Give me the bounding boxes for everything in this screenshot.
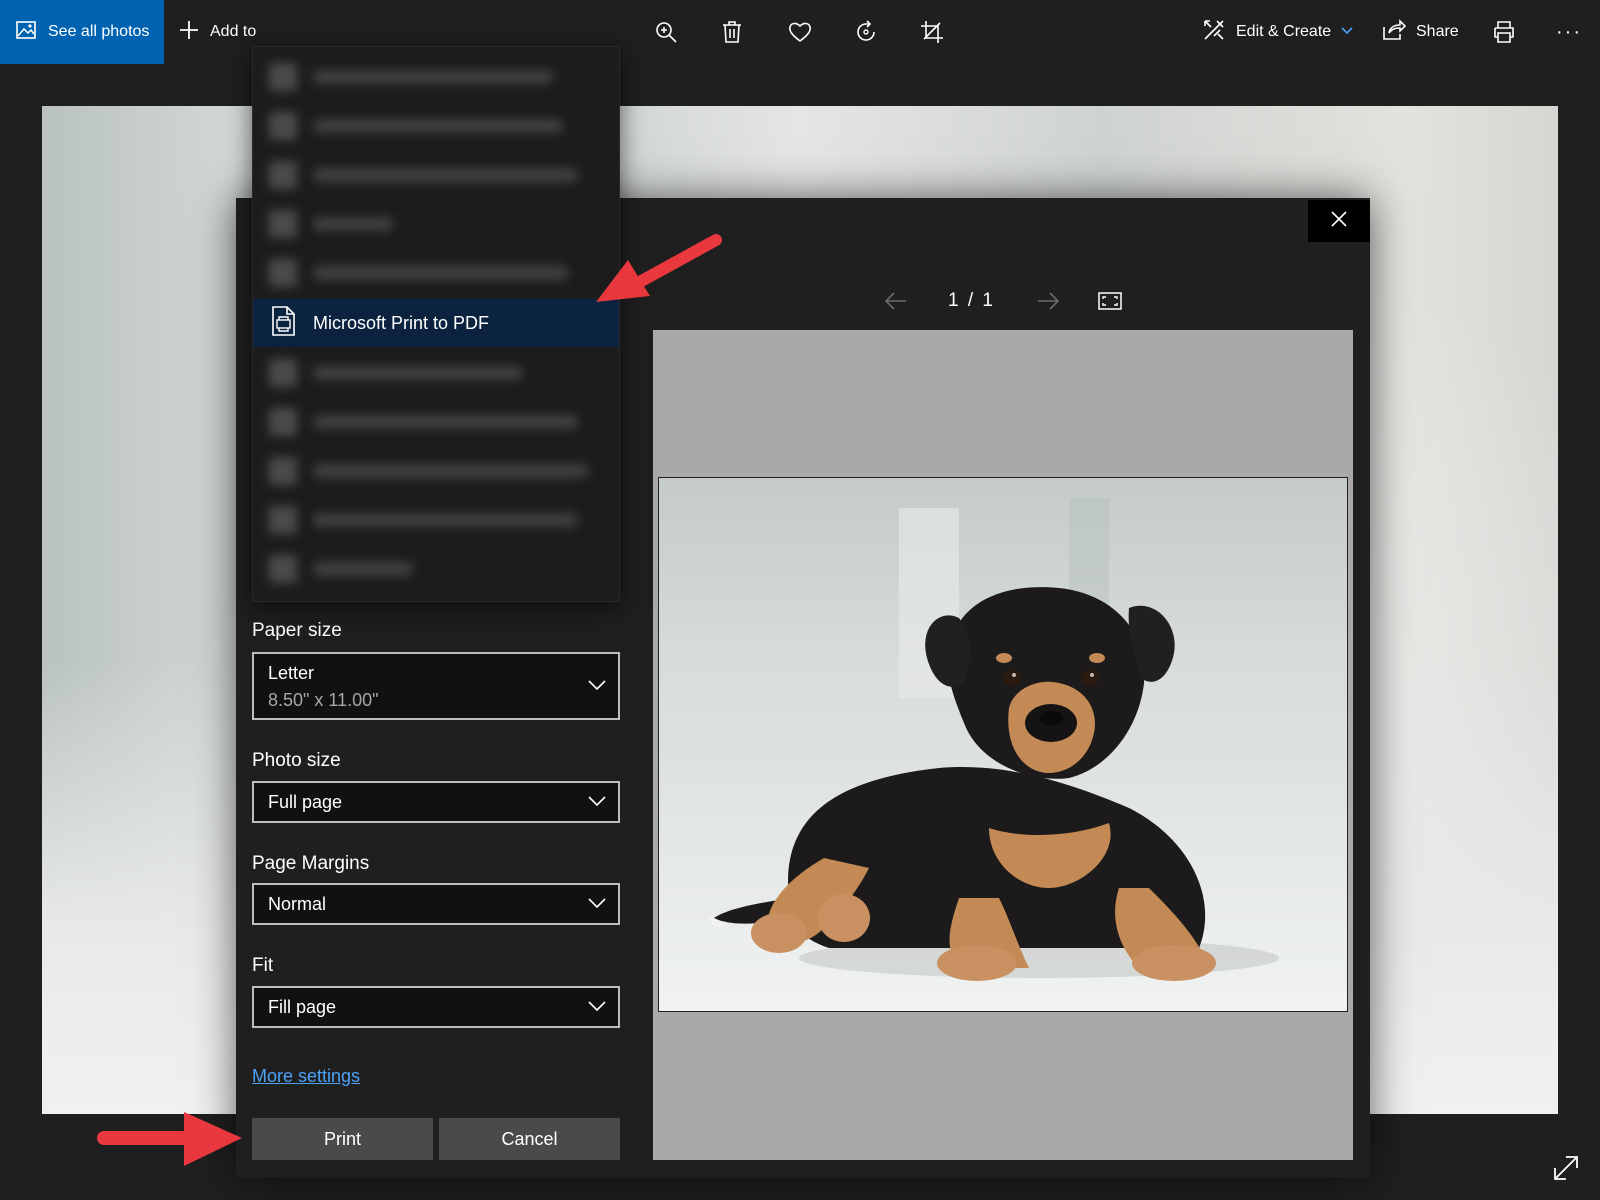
annotation-arrow-icon	[97, 1112, 242, 1166]
share-label: Share	[1416, 23, 1459, 40]
chevron-down-icon	[588, 895, 606, 913]
puppy-illustration	[659, 498, 1347, 1011]
paper-size-select[interactable]: Letter 8.50" x 11.00"	[252, 652, 620, 720]
paper-size-label: Paper size	[252, 620, 342, 641]
printer-option-blurred[interactable]	[253, 398, 619, 446]
more-options-button[interactable]: ···	[1556, 0, 1582, 64]
fit-value: Fill page	[268, 997, 337, 1017]
chevron-down-icon	[588, 998, 606, 1016]
pdf-printer-icon	[269, 305, 297, 341]
printer-option-blurred[interactable]	[253, 200, 619, 248]
chevron-down-icon	[588, 793, 606, 811]
printer-option-label: Microsoft Print to PDF	[313, 312, 490, 333]
crop-icon[interactable]	[916, 16, 948, 48]
print-icon[interactable]	[1488, 16, 1520, 48]
fit-label: Fit	[252, 955, 274, 976]
printer-option-blurred[interactable]	[253, 249, 619, 297]
page-navigator: 1 / 1	[870, 284, 1130, 320]
photos-icon	[16, 20, 36, 45]
photo-size-value: Full page	[268, 792, 343, 812]
fullscreen-preview-icon[interactable]	[1098, 292, 1122, 315]
printer-option-blurred[interactable]	[253, 102, 619, 150]
previous-page-arrow-icon[interactable]	[884, 290, 908, 317]
add-to-button[interactable]: Add to	[178, 0, 256, 64]
chevron-down-icon	[588, 677, 606, 695]
edit-create-icon	[1202, 18, 1226, 47]
page-margins-value: Normal	[268, 894, 327, 914]
close-icon	[1331, 210, 1347, 232]
chevron-down-icon	[1341, 23, 1353, 41]
next-page-arrow-icon[interactable]	[1036, 290, 1060, 317]
favorite-heart-icon[interactable]	[784, 16, 816, 48]
zoom-in-icon[interactable]	[650, 16, 682, 48]
add-to-label: Add to	[210, 23, 257, 40]
printer-option-blurred[interactable]	[253, 53, 619, 101]
printer-option-blurred[interactable]	[253, 151, 619, 199]
photo-size-select[interactable]: Full page	[252, 781, 620, 823]
share-icon	[1382, 18, 1407, 46]
see-all-photos-label: See all photos	[48, 23, 150, 40]
cancel-button[interactable]: Cancel	[439, 1118, 620, 1160]
fit-select[interactable]: Fill page	[252, 986, 620, 1028]
printer-option-blurred[interactable]	[253, 545, 619, 593]
printer-option-blurred[interactable]	[253, 349, 619, 397]
close-dialog-button[interactable]	[1308, 200, 1370, 242]
printer-option-microsoft-print-to-pdf[interactable]: Microsoft Print to PDF	[253, 299, 619, 347]
paper-size-dimensions: 8.50" x 11.00"	[268, 690, 379, 710]
rotate-icon[interactable]	[850, 16, 882, 48]
page-margins-select[interactable]: Normal	[252, 883, 620, 925]
expand-icon[interactable]	[1552, 1154, 1580, 1187]
paper-size-value: Letter	[268, 663, 315, 683]
page-indicator: 1 / 1	[948, 290, 995, 311]
more-settings-link[interactable]: More settings	[252, 1066, 360, 1087]
edit-create-button[interactable]: Edit & Create	[1202, 0, 1353, 64]
delete-icon[interactable]	[716, 16, 748, 48]
share-button[interactable]: Share	[1382, 0, 1459, 64]
annotation-arrow-icon	[596, 234, 722, 302]
printer-option-blurred[interactable]	[253, 447, 619, 495]
plus-icon	[178, 19, 200, 46]
printer-option-blurred[interactable]	[253, 496, 619, 544]
page-margins-label: Page Margins	[252, 853, 370, 874]
see-all-photos-button[interactable]: See all photos	[0, 0, 164, 64]
top-toolbar: See all photos Add to Edit & Create Shar…	[0, 0, 1600, 64]
preview-photo	[658, 477, 1348, 1012]
edit-create-label: Edit & Create	[1236, 23, 1332, 40]
photo-size-label: Photo size	[252, 750, 341, 771]
print-button[interactable]: Print	[252, 1118, 433, 1160]
printer-dropdown-list: Microsoft Print to PDF	[252, 46, 620, 602]
